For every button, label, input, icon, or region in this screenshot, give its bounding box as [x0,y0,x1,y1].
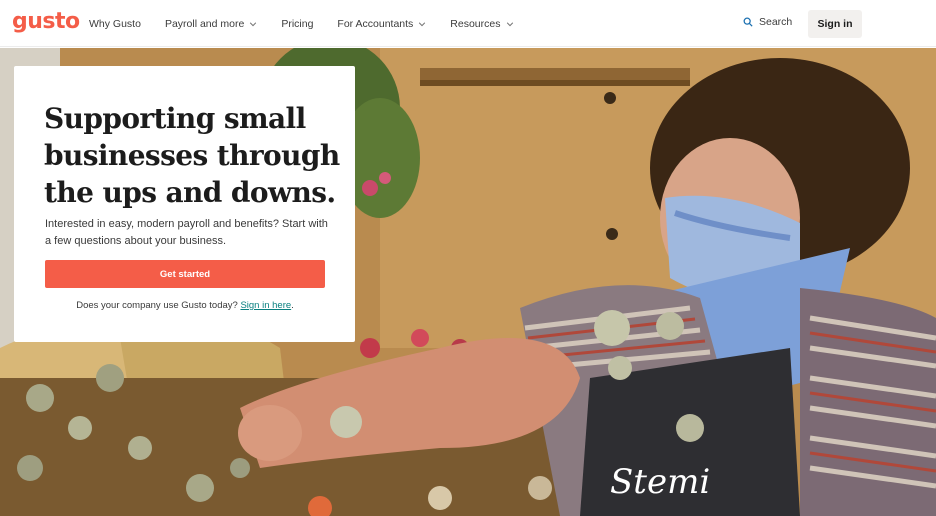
nav-for-accountants[interactable]: For Accountants [337,18,426,30]
nav-why-gusto[interactable]: Why Gusto [89,18,141,30]
nav-pricing[interactable]: Pricing [281,18,313,30]
hero-headline: Supporting small businesses through the … [44,102,340,209]
nav-label: Why Gusto [89,17,141,30]
chevron-down-icon [506,21,513,26]
existing-customer-suffix: . [291,300,294,311]
get-started-button[interactable]: Get started [45,260,325,288]
nav-label: Payroll and more [164,17,245,30]
search-label: Search [759,16,793,28]
main-nav: Why Gusto Payroll and more Pricing For A… [89,0,538,47]
hero-card: Supporting small businesses through the … [14,66,355,342]
sign-in-button[interactable]: Sign in [808,10,862,38]
nav-label: Resources [450,17,501,30]
hero-section: Stemi Supporting small businesses throug… [0,48,936,516]
gusto-logo[interactable]: gusto [12,9,80,35]
chevron-down-icon [250,21,257,26]
nav-label: Pricing [281,17,314,30]
nav-payroll-and-more[interactable]: Payroll and more [165,18,257,30]
top-nav-bar: gusto Why Gusto Payroll and more Pricing… [0,0,936,47]
hero-subtext: Interested in easy, modern payroll and b… [45,218,328,247]
svg-text:Stemi: Stemi [610,462,710,502]
nav-label: For Accountants [337,17,414,30]
chevron-down-icon [419,21,426,26]
search-icon [743,17,753,27]
existing-customer-prefix: Does your company use Gusto today? [76,300,241,311]
search-button[interactable]: Search [743,16,792,28]
sign-in-here-link[interactable]: Sign in here [240,300,291,311]
nav-resources[interactable]: Resources [450,18,513,30]
existing-customer-text: Does your company use Gusto today? Sign … [45,300,325,311]
